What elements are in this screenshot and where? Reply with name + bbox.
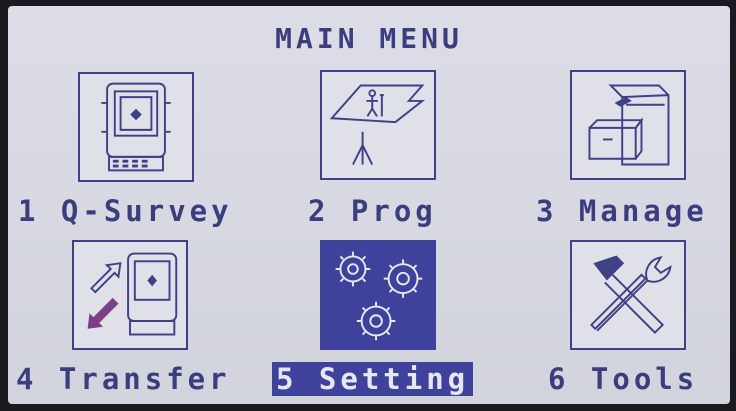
gears-icon — [335, 251, 423, 341]
menu-item-setting[interactable] — [320, 240, 436, 350]
menu-label-transfer[interactable]: 4 Transfer — [16, 362, 231, 396]
survey-plane-icon — [329, 84, 426, 165]
menu-item-q-survey[interactable] — [78, 72, 194, 182]
menu-label-tools[interactable]: 6 Tools — [548, 362, 698, 396]
menu-item-tools[interactable] — [570, 240, 686, 350]
menu-label-prog[interactable]: 2 Prog — [308, 194, 437, 228]
menu-item-transfer[interactable] — [72, 240, 188, 350]
menu-label-manage[interactable]: 3 Manage — [536, 194, 708, 228]
transfer-icon — [87, 252, 178, 336]
menu-item-prog[interactable] — [320, 70, 436, 180]
menu-label-setting[interactable]: 5 Setting — [272, 362, 474, 396]
tools-icon — [590, 255, 672, 334]
file-cabinet-icon — [588, 84, 670, 166]
menu-label-q-survey[interactable]: 1 Q-Survey — [18, 194, 233, 228]
total-station-icon — [101, 82, 171, 172]
page-title: MAIN MENU — [275, 22, 463, 55]
lcd-screen: MAIN MENU 1 Q-Survey 2 Prog 3 Manage 4 T… — [8, 6, 730, 404]
menu-item-manage[interactable] — [570, 70, 686, 180]
